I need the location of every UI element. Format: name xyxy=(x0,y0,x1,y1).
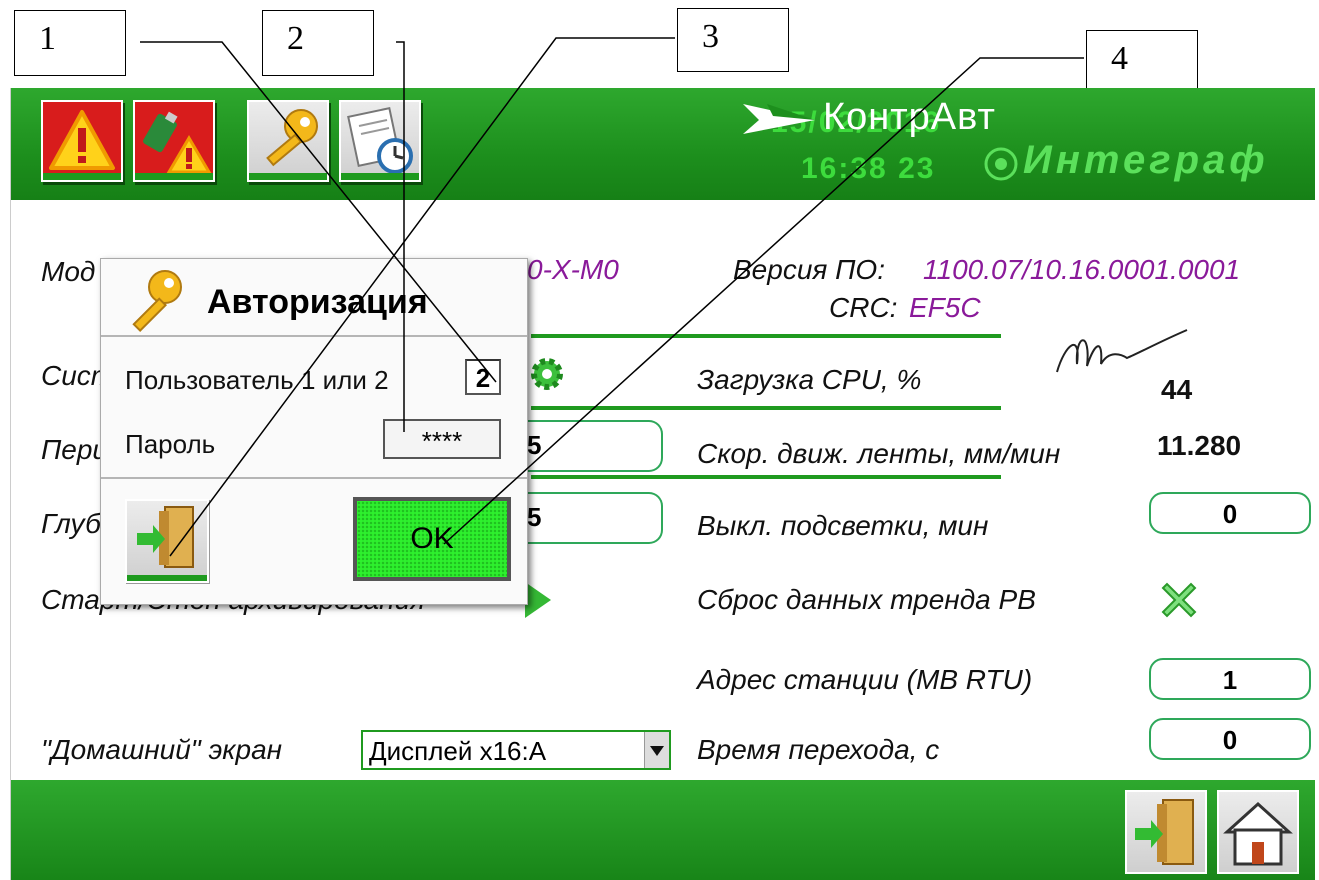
bottom-bar xyxy=(11,780,1315,880)
cpu-load-label: Загрузка CPU, % xyxy=(697,364,922,395)
reset-trend-label: Сброс данных тренда РВ xyxy=(697,584,1036,615)
warning-icon xyxy=(49,110,115,170)
backlight-off-field[interactable]: 0 xyxy=(1149,492,1311,534)
depth-label: Глуб xyxy=(41,508,101,539)
period-field[interactable]: 5 xyxy=(523,420,663,472)
gear-icon[interactable] xyxy=(527,354,567,394)
callout-1: 1 xyxy=(14,10,126,76)
exit-door-icon xyxy=(1135,799,1194,865)
key-icon xyxy=(132,270,182,332)
station-address-label: Адрес станции (MB RTU) xyxy=(697,664,1033,695)
crc-label: CRC: xyxy=(829,292,898,323)
version-value: 1100.07/10.16.0001.0001 xyxy=(923,254,1241,285)
home-button[interactable] xyxy=(1217,790,1299,874)
depth-value: 5 xyxy=(527,502,542,532)
top-bar: 15/02/2016 16:38 23 КонтрАвт Интеграф xyxy=(11,88,1315,200)
user-input[interactable]: 2 xyxy=(465,359,501,395)
tape-speed-value: 11.280 xyxy=(1157,430,1242,461)
divider xyxy=(531,475,1001,479)
exit-door-icon xyxy=(137,506,194,568)
notepad-clock-icon xyxy=(347,106,413,174)
crc-value: EF5C xyxy=(909,292,981,323)
transition-time-label: Время перехода, с xyxy=(697,734,940,765)
version-label: Версия ПО: xyxy=(733,254,885,285)
model-label: Мод xyxy=(41,256,96,287)
user-label: Пользователь 1 или 2 xyxy=(125,365,389,395)
reset-x-icon[interactable] xyxy=(1157,578,1201,622)
callout-3: 3 xyxy=(677,8,789,72)
home-screen-label: "Домашний" экран xyxy=(41,734,283,765)
divider xyxy=(531,334,1001,338)
brand-logo-icon xyxy=(743,104,815,134)
signature xyxy=(1056,329,1188,373)
divider xyxy=(531,406,1001,410)
home-screen-select[interactable]: Дисплей x16:A xyxy=(361,730,671,770)
usb-warning-icon xyxy=(143,111,212,174)
dropdown-arrow-button[interactable] xyxy=(644,732,669,768)
tape-speed-label: Скор. движ. ленты, мм/мин xyxy=(697,438,1061,469)
usb-alarm-button[interactable] xyxy=(133,100,215,182)
callout-2: 2 xyxy=(262,10,374,76)
time-display: 16:38 23 xyxy=(801,152,936,185)
period-value: 5 xyxy=(527,430,542,460)
password-input[interactable]: **** xyxy=(383,419,501,459)
divider xyxy=(101,477,527,479)
model-value: 0-X-M0 xyxy=(527,254,619,285)
brand-name: КонтрАвт xyxy=(823,96,996,138)
exit-button[interactable] xyxy=(1125,790,1207,874)
station-address-field[interactable]: 1 xyxy=(1149,658,1311,700)
brand-emblem-icon xyxy=(984,147,1018,181)
backlight-off-label: Выкл. подсветки, мин xyxy=(697,510,989,541)
key-icon xyxy=(266,109,318,167)
period-label: Пери xyxy=(41,434,109,465)
home-screen-selected: Дисплей x16:A xyxy=(369,736,547,766)
ok-button[interactable]: OK xyxy=(353,497,511,581)
password-label: Пароль xyxy=(125,429,216,459)
divider xyxy=(101,335,527,337)
key-button[interactable] xyxy=(247,100,329,182)
depth-field[interactable]: 5 xyxy=(523,492,663,544)
chevron-down-icon xyxy=(650,746,664,756)
home-icon xyxy=(1223,801,1293,866)
brand-subtitle: Интеграф xyxy=(1023,138,1269,182)
alarm-button[interactable] xyxy=(41,100,123,182)
dialog-exit-button[interactable] xyxy=(125,499,209,583)
callout-4: 4 xyxy=(1086,30,1198,94)
schedule-button[interactable] xyxy=(339,100,421,182)
transition-time-field[interactable]: 0 xyxy=(1149,718,1311,760)
dialog-title: Авторизация xyxy=(207,283,428,321)
authorization-dialog: Авторизация Пользователь 1 или 2 2 Парол… xyxy=(100,258,528,605)
